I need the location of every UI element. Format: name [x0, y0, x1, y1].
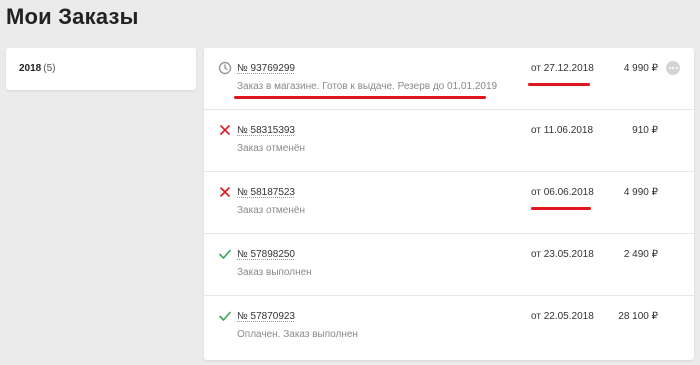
year-label: 2018: [19, 63, 42, 74]
clock-icon: [218, 61, 232, 75]
order-number-link[interactable]: № 57898250: [237, 249, 295, 260]
year-filter-2018[interactable]: 2018 (5): [19, 63, 55, 74]
order-status: Оплачен. Заказ выполнен: [237, 329, 358, 340]
order-status: Заказ отменён: [237, 205, 305, 216]
orders-list: № 93769299 Заказ в магазине. Готов к выд…: [204, 48, 694, 360]
highlight-underline: [528, 83, 590, 86]
order-number-link[interactable]: № 93769299: [237, 63, 295, 74]
cross-icon: [220, 187, 230, 197]
order-row: № 57898250 Заказ выполнен от 23.05.2018 …: [204, 234, 694, 296]
year-count: (5): [43, 63, 56, 74]
highlight-underline: [531, 207, 591, 210]
order-status: Заказ выполнен: [237, 267, 312, 278]
order-row: № 57870923 Оплачен. Заказ выполнен от 22…: [204, 296, 694, 360]
cross-icon: [220, 125, 230, 135]
order-price: 4 990 ₽: [623, 63, 658, 74]
check-icon: [219, 311, 231, 321]
order-status: Заказ в магазине. Готов к выдаче. Резерв…: [237, 81, 498, 92]
order-date: от 11.06.2018: [531, 125, 594, 136]
order-date: от 22.05.2018: [531, 311, 594, 322]
order-number-link[interactable]: № 58315393: [237, 125, 295, 136]
order-status: Заказ отменён: [237, 143, 305, 154]
order-date: от 06.06.2018: [531, 187, 594, 198]
check-icon: [219, 249, 231, 259]
order-row: № 58187523 Заказ отменён от 06.06.2018 4…: [204, 172, 694, 234]
order-number-link[interactable]: № 58187523: [237, 187, 295, 198]
order-row: № 58315393 Заказ отменён от 11.06.2018 9…: [204, 110, 694, 172]
order-number-link[interactable]: № 57870923: [237, 311, 295, 322]
order-row: № 93769299 Заказ в магазине. Готов к выд…: [204, 48, 694, 110]
order-price: 2 490 ₽: [623, 249, 658, 260]
more-options-button[interactable]: [666, 61, 680, 75]
order-price: 28 100 ₽: [618, 311, 658, 322]
order-price: 4 990 ₽: [623, 187, 658, 198]
year-filter-card: 2018 (5): [6, 48, 196, 90]
order-date: от 27.12.2018: [531, 63, 594, 74]
dot-icon: [672, 67, 674, 69]
highlight-underline: [234, 96, 486, 99]
order-price: 910 ₽: [632, 125, 658, 136]
order-date: от 23.05.2018: [531, 249, 594, 260]
dot-icon: [675, 67, 678, 69]
dot-icon: [668, 67, 671, 69]
page-title: Мои Заказы: [6, 4, 139, 29]
